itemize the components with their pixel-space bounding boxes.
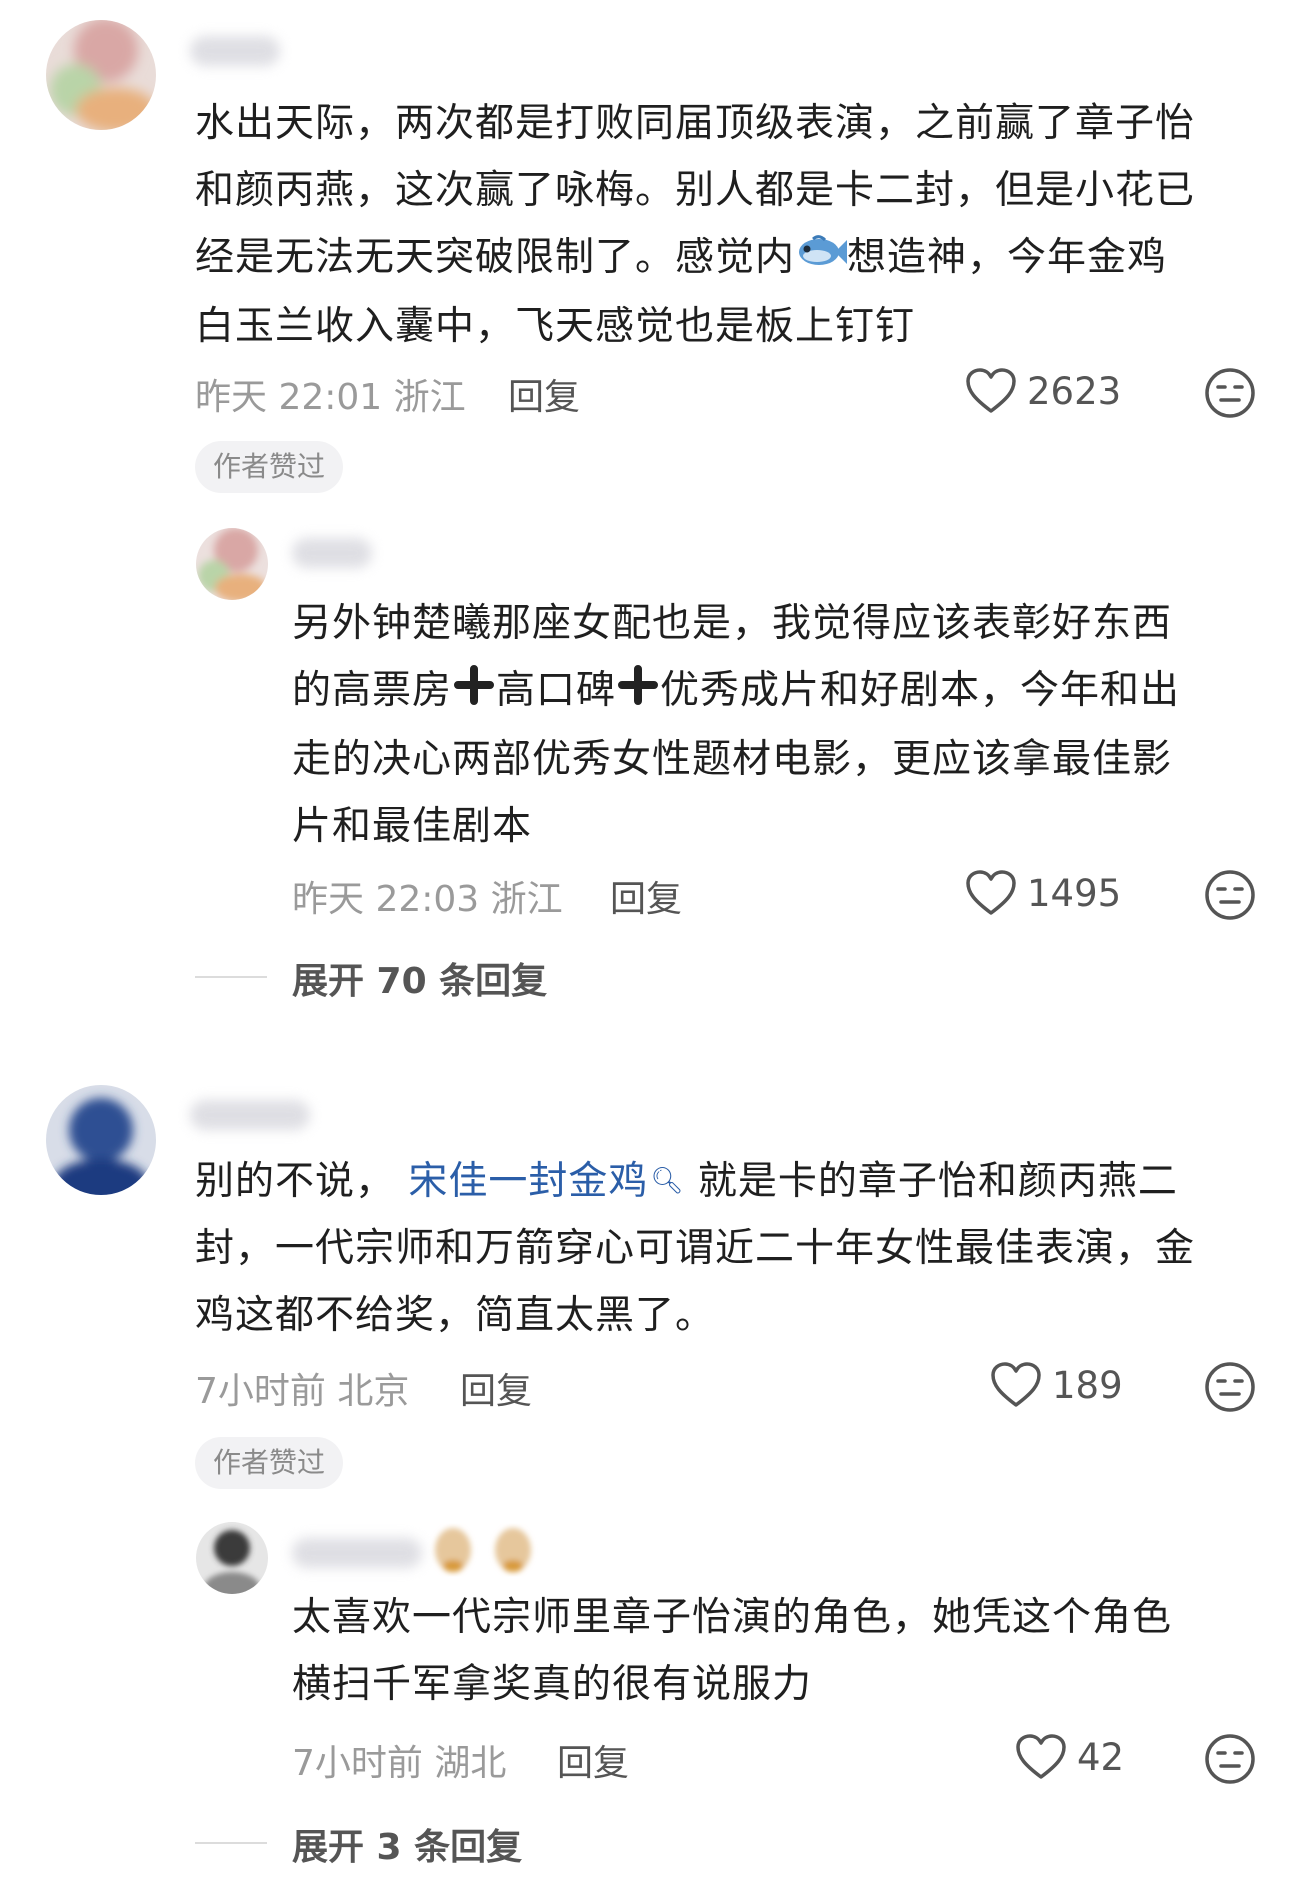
- neutral-face-icon[interactable]: [1204, 367, 1256, 419]
- reply-avatar[interactable]: [196, 528, 268, 600]
- like-button[interactable]: 2623: [965, 367, 1121, 415]
- comment-time: 7小时前 北京: [195, 1371, 410, 1412]
- commenter-name[interactable]: [190, 1100, 310, 1130]
- like-button[interactable]: 189: [990, 1361, 1123, 1409]
- expand-replies-button[interactable]: 展开 3 条回复: [292, 1818, 522, 1870]
- heart-outline-icon: [966, 368, 1016, 413]
- author-liked-badge: 作者赞过: [195, 1437, 344, 1489]
- heart-outline-icon: [966, 870, 1016, 915]
- comment-time: 昨天 22:01 浙江: [195, 377, 466, 418]
- neutral-face-icon[interactable]: [1204, 1733, 1256, 1785]
- decorative-emoji-pair: [435, 1528, 531, 1572]
- search-superscript-icon: 🔍︎: [650, 1166, 685, 1196]
- commenter-avatar[interactable]: [46, 1085, 156, 1195]
- like-count: 2623: [1027, 369, 1122, 413]
- commenter-avatar[interactable]: [46, 20, 156, 130]
- plus-emoji: [452, 659, 496, 726]
- reply-name[interactable]: [292, 538, 372, 568]
- reply-avatar[interactable]: [196, 1522, 268, 1594]
- comment-text: 别的不说， 宋佳一封金鸡🔍︎ 就是卡的章子怡和颜丙燕二 封，一代宗师和万箭穿心可…: [195, 1159, 1196, 1338]
- like-count: 1495: [1027, 871, 1122, 915]
- comment-text: 水出天际，两次都是打败同届顶级表演，之前赢了章子怡 和颜丙燕，这次赢了咏梅。别人…: [195, 101, 1196, 349]
- reply-time: 7小时前 湖北: [292, 1743, 507, 1784]
- like-count: 189: [1052, 1363, 1123, 1407]
- like-count: 42: [1077, 1735, 1125, 1779]
- expand-replies-button[interactable]: 展开 70 条回复: [292, 952, 547, 1004]
- reply-button[interactable]: 回复: [508, 368, 580, 420]
- neutral-face-icon[interactable]: [1204, 1361, 1256, 1413]
- reply-button[interactable]: 回复: [460, 1362, 532, 1414]
- search-link[interactable]: 宋佳一封金鸡: [408, 1159, 648, 1204]
- plus-emoji: [616, 659, 660, 726]
- reply-text: 另外钟楚曦那座女配也是，我觉得应该表彰好东西 的高票房 高口碑 优秀成片和好剧本，今…: [292, 601, 1181, 849]
- like-button[interactable]: 42: [1015, 1733, 1124, 1781]
- expand-divider: [195, 976, 267, 978]
- reply-name[interactable]: [292, 1538, 422, 1568]
- neutral-face-icon[interactable]: [1204, 869, 1256, 921]
- like-button[interactable]: 1495: [965, 869, 1121, 917]
- reply-text: 太喜欢一代宗师里章子怡演的角色，她凭这个角色 横扫千军拿奖真的很有说服力: [292, 1595, 1173, 1707]
- commenter-name[interactable]: [190, 36, 280, 66]
- expand-divider: [195, 1842, 267, 1844]
- author-liked-badge: 作者赞过: [195, 441, 344, 493]
- reply-time: 昨天 22:03 浙江: [292, 879, 563, 920]
- reply-button[interactable]: 回复: [557, 1734, 629, 1786]
- heart-outline-icon: [991, 1362, 1041, 1407]
- reply-button[interactable]: 回复: [610, 870, 682, 922]
- heart-outline-icon: [1016, 1734, 1066, 1779]
- fish-emoji: [795, 226, 848, 293]
